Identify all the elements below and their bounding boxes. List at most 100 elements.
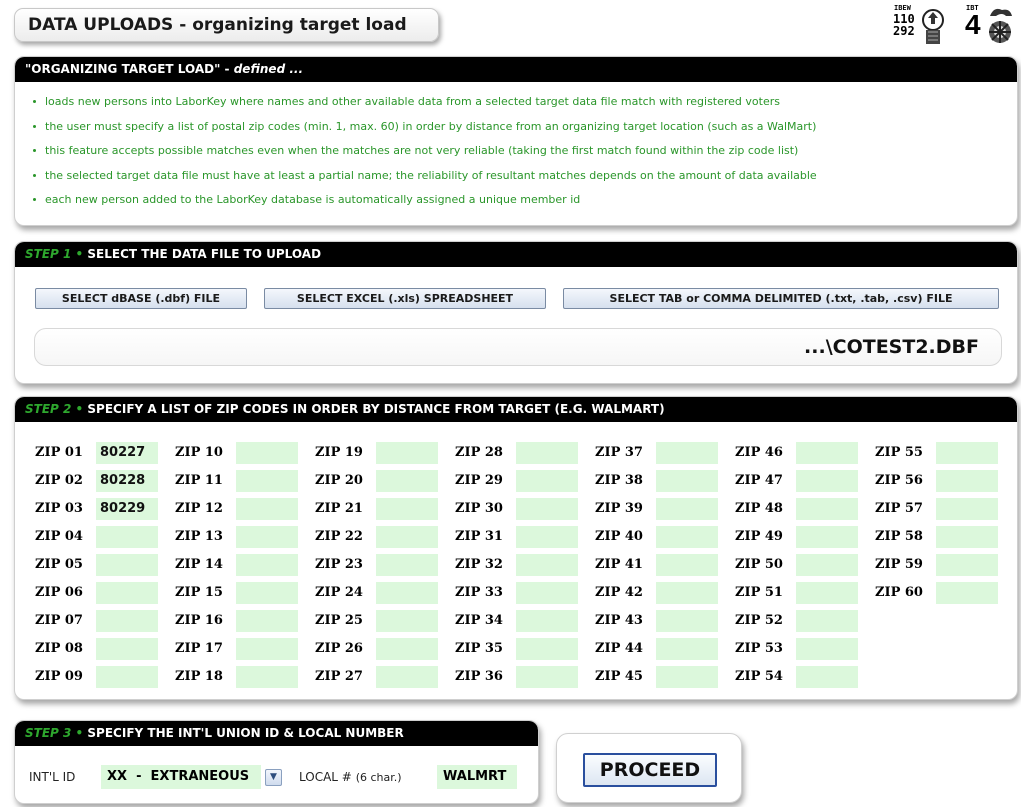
zip-input[interactable] [376,470,438,492]
zip-input[interactable] [516,638,578,660]
zip-input[interactable] [656,470,718,492]
step1-header: STEP 1 • SELECT THE DATA FILE TO UPLOAD [15,242,1017,267]
zip-label: ZIP 42 [595,585,643,600]
zip-input[interactable] [516,526,578,548]
step3-panel: STEP 3 • SPECIFY THE INT'L UNION ID & LO… [14,720,539,804]
zip-input[interactable]: 80228 [96,470,158,492]
zip-input[interactable] [376,442,438,464]
zip-label: ZIP 18 [175,669,223,684]
zip-input[interactable] [936,526,998,548]
zip-label: ZIP 20 [315,473,363,488]
zip-input[interactable] [376,638,438,660]
zip-input[interactable] [236,582,298,604]
zip-input[interactable] [656,638,718,660]
zip-input[interactable] [516,610,578,632]
zip-input[interactable] [516,666,578,688]
zip-input[interactable] [516,470,578,492]
step3-title: SPECIFY THE INT'L UNION ID & LOCAL NUMBE… [87,726,404,740]
zip-label: ZIP 33 [455,585,503,600]
zip-label: ZIP 34 [455,613,503,628]
zip-input[interactable] [96,554,158,576]
zip-input[interactable] [936,470,998,492]
zip-label: ZIP 09 [35,669,83,684]
zip-input[interactable] [516,554,578,576]
zip-input[interactable] [376,666,438,688]
select-excel-button[interactable]: SELECT EXCEL (.xls) SPREADSHEET [264,288,546,309]
step2-panel: STEP 2 • SPECIFY A LIST OF ZIP CODES IN … [14,396,1018,700]
zip-input[interactable] [236,666,298,688]
zip-input[interactable] [376,498,438,520]
zip-input[interactable] [936,442,998,464]
intl-id-select[interactable]: XX - EXTRANEOUS [101,765,261,789]
page-title-separator: - [173,15,193,35]
zip-input[interactable] [376,526,438,548]
zip-input[interactable] [236,498,298,520]
zip-label: ZIP 16 [175,613,223,628]
zip-input[interactable] [796,554,858,576]
proceed-button[interactable]: PROCEED [583,753,717,787]
zip-input[interactable] [96,526,158,548]
definition-panel: "ORGANIZING TARGET LOAD" - defined ... l… [14,56,1018,226]
zip-label: ZIP 36 [455,669,503,684]
step2-dot: • [75,402,84,416]
select-delimited-button[interactable]: SELECT TAB or COMMA DELIMITED (.txt, .ta… [563,288,999,309]
zip-input[interactable] [656,498,718,520]
definition-heading: "ORGANIZING TARGET LOAD" [25,62,221,76]
zip-input[interactable] [376,582,438,604]
zip-input[interactable] [236,610,298,632]
zip-input[interactable] [516,442,578,464]
chevron-down-icon[interactable]: ▼ [265,769,282,786]
zip-input[interactable] [96,582,158,604]
zip-input[interactable] [936,498,998,520]
zip-input[interactable] [376,554,438,576]
page-title-main: DATA UPLOADS [28,15,174,35]
zip-label: ZIP 30 [455,501,503,516]
zip-label: ZIP 07 [35,613,83,628]
zip-input[interactable]: 80229 [96,498,158,520]
zip-input[interactable] [656,526,718,548]
zip-input[interactable] [236,554,298,576]
zip-input[interactable] [236,638,298,660]
zip-input[interactable] [236,470,298,492]
definition-heading-suffix: defined ... [233,62,304,76]
zip-input[interactable] [96,610,158,632]
select-dbase-button[interactable]: SELECT dBASE (.dbf) FILE [35,288,247,309]
zip-input[interactable] [516,582,578,604]
zip-input[interactable] [236,526,298,548]
local-label: LOCAL # [299,770,352,784]
zip-label: ZIP 49 [735,529,783,544]
zip-input[interactable] [796,582,858,604]
zip-input[interactable] [936,582,998,604]
local-number-field[interactable]: WALMRT [437,765,517,789]
zip-input[interactable] [656,442,718,464]
step1-title: SELECT THE DATA FILE TO UPLOAD [87,247,322,261]
zip-input[interactable] [96,638,158,660]
zip-input[interactable] [376,610,438,632]
zip-input[interactable] [796,666,858,688]
zip-input[interactable] [96,666,158,688]
definition-heading-separator: - [220,62,234,76]
zip-input[interactable] [936,554,998,576]
zip-input[interactable] [796,470,858,492]
zip-input[interactable] [656,610,718,632]
local-label-group: LOCAL # (6 char.) [299,765,402,790]
zip-input[interactable] [796,442,858,464]
zip-input[interactable] [796,610,858,632]
zip-input[interactable] [796,498,858,520]
page-title-sub: organizing target load [192,15,407,35]
zip-input[interactable] [796,638,858,660]
zip-label: ZIP 38 [595,473,643,488]
zip-label: ZIP 22 [315,529,363,544]
zip-input[interactable] [656,554,718,576]
zip-input[interactable] [236,442,298,464]
zip-label: ZIP 51 [735,585,783,600]
zip-input[interactable] [516,498,578,520]
step1-label: STEP 1 [25,247,72,261]
zip-label: ZIP 47 [735,473,783,488]
zip-input[interactable] [796,526,858,548]
zip-label: ZIP 26 [315,641,363,656]
zip-label: ZIP 37 [595,445,643,460]
zip-input[interactable] [656,582,718,604]
zip-input[interactable]: 80227 [96,442,158,464]
zip-input[interactable] [656,666,718,688]
